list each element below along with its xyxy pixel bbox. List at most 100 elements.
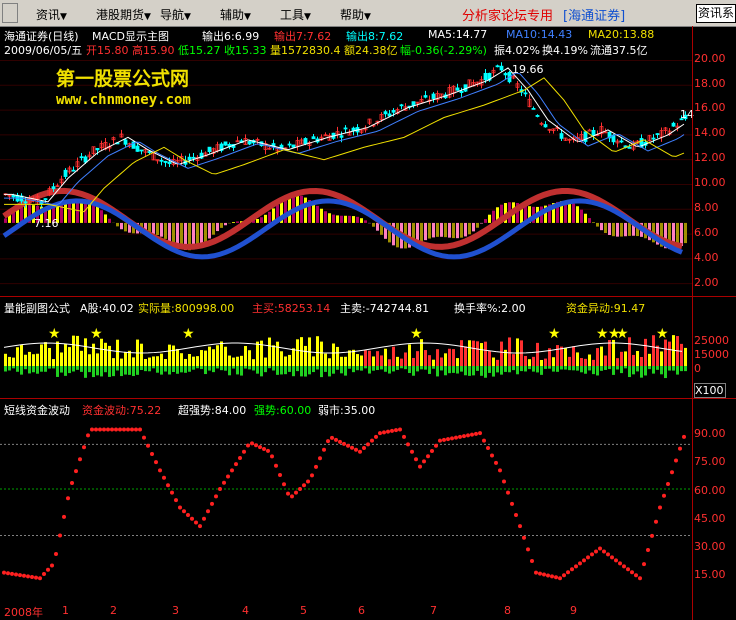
volume-bar (192, 356, 195, 366)
menu-item-news[interactable]: 资讯▼ (36, 6, 67, 23)
wave-dot (34, 575, 38, 580)
volume-bar (112, 358, 115, 366)
menu-item-hk-futures[interactable]: 港股期货▼ (96, 6, 151, 23)
wave-dot (146, 443, 150, 448)
sell-bar (268, 366, 271, 369)
volume-bar (68, 347, 71, 366)
wave-dot (138, 427, 142, 432)
volume-bar (368, 350, 371, 366)
candle-body (123, 139, 128, 145)
sell-bar (444, 366, 447, 376)
sell-bar (384, 366, 387, 372)
menu-item-navigate[interactable]: 导航▼ (160, 6, 191, 23)
macd-bar (568, 201, 571, 223)
macd-bar (120, 222, 123, 230)
wave-dot (542, 572, 546, 577)
wave-tick: 30.00 (694, 540, 726, 553)
volume-bar (440, 357, 443, 366)
sell-bar (188, 366, 191, 372)
candle-body (303, 138, 308, 145)
sell-bar (244, 366, 247, 369)
volume-bar (32, 354, 35, 366)
macd-bar (344, 215, 347, 223)
macd-bar (108, 218, 111, 223)
macd-bar (352, 216, 355, 223)
sell-bar (512, 366, 515, 371)
volume-chart[interactable]: ★ ★ ★ ★ ★ ★ ★★ ★ (0, 314, 692, 398)
volume-bar (620, 351, 623, 366)
volume-bar (80, 350, 83, 366)
macd-bar (4, 218, 7, 223)
wave-dot (406, 442, 410, 447)
volume-bar (44, 342, 47, 366)
macd-bar (72, 200, 75, 223)
wave-dot (154, 460, 158, 465)
wave-dot (658, 505, 662, 510)
sell-bar (172, 366, 175, 372)
macd-bar (456, 222, 459, 239)
wave-dot (162, 475, 166, 480)
wave-dot (194, 520, 198, 525)
sell-bar (372, 366, 375, 371)
menu-item-tools[interactable]: 工具▼ (280, 6, 311, 23)
candle-body (383, 111, 388, 115)
volume-bar (372, 356, 375, 366)
candle-body (287, 143, 292, 146)
news-system-button[interactable]: 资讯系 (696, 4, 736, 23)
candle-body (191, 156, 196, 159)
volume-bar (252, 359, 255, 366)
sell-bar (140, 366, 143, 371)
macd-bar (684, 222, 687, 244)
volume-bar (176, 348, 179, 366)
volume-bar (232, 357, 235, 366)
volume-bar (48, 347, 51, 366)
macd-bar (316, 205, 319, 223)
candle-body (71, 169, 76, 172)
macd-bar (372, 222, 375, 227)
wave-dot (58, 533, 62, 538)
sell-bar (168, 366, 171, 375)
sell-bar (684, 366, 687, 372)
fund-wave-chart[interactable] (0, 416, 692, 602)
wave-dot (506, 490, 510, 495)
macd-bar (484, 219, 487, 223)
menu-item-help[interactable]: 帮助▼ (340, 6, 371, 23)
volume-bar (480, 343, 483, 366)
candle-body (619, 140, 624, 143)
wave-dot (134, 427, 138, 432)
sell-bar (332, 366, 335, 374)
volume-bar (168, 344, 171, 366)
sell-bar (144, 366, 147, 372)
candle-body (43, 198, 48, 200)
wave-tick: 60.00 (694, 484, 726, 497)
volume-bar (384, 348, 387, 366)
sell-bar (648, 366, 651, 370)
volume-bar (380, 355, 383, 366)
sell-bar (108, 366, 111, 377)
wave-dot (62, 514, 66, 519)
wave-dot (342, 441, 346, 446)
wave-dot (310, 473, 314, 478)
sell-bar (72, 366, 75, 372)
candle-body (159, 159, 164, 162)
menu-item-assist[interactable]: 辅助▼ (220, 6, 251, 23)
candle-body (135, 145, 140, 152)
sell-bar (288, 366, 291, 372)
sell-bar (680, 366, 683, 372)
sell-bar (656, 366, 659, 370)
wave-dot (446, 437, 450, 442)
sell-bar (16, 366, 19, 372)
volume-bar (476, 341, 479, 366)
volume-bar (164, 359, 167, 366)
volume-bar (400, 358, 403, 366)
wave-dot (502, 479, 506, 484)
sell-bar (344, 366, 347, 376)
macd-bar (600, 222, 603, 231)
volume-bar (284, 356, 287, 366)
wave-dot (422, 459, 426, 464)
system-menu-icon[interactable] (2, 3, 18, 23)
wave-dot (182, 509, 186, 514)
volume-bar (684, 347, 687, 366)
macd-bar (256, 219, 259, 223)
wave-dot (114, 427, 118, 432)
